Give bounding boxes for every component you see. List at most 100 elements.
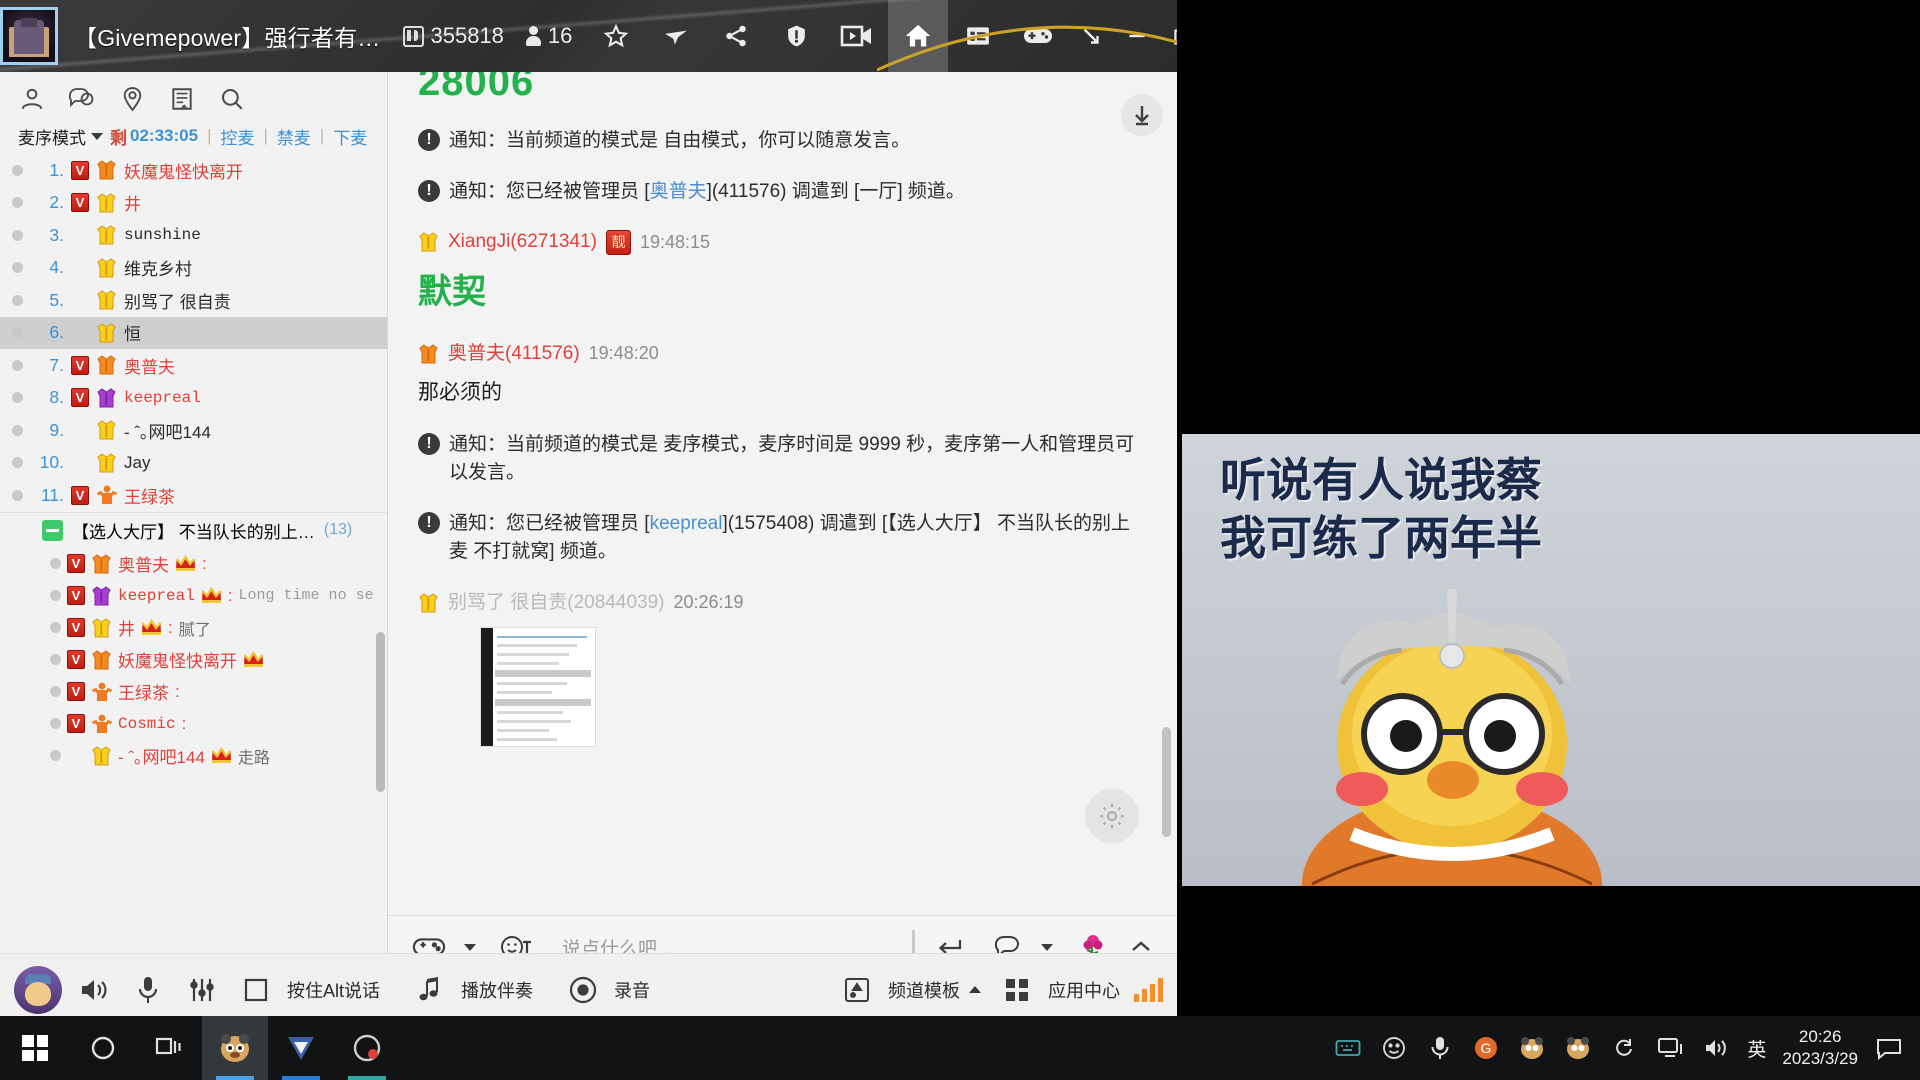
- mic-queue-row[interactable]: 7. V 奥普夫: [0, 349, 387, 382]
- channel-member-name[interactable]: - ˆ｡网吧144: [118, 743, 205, 768]
- restore-icon[interactable]: [1160, 0, 1177, 72]
- channel-member-name[interactable]: keepreal: [118, 587, 195, 605]
- record-button[interactable]: 录音: [561, 968, 650, 1012]
- message-author[interactable]: 奥普夫(411576): [448, 340, 580, 369]
- mic-queue-name[interactable]: 王绿茶: [124, 483, 175, 508]
- notes-icon[interactable]: [164, 82, 200, 116]
- chat-scrollbar[interactable]: [1162, 727, 1171, 837]
- mic-queue-name[interactable]: 维克乡村: [124, 255, 192, 280]
- star-icon[interactable]: [586, 0, 646, 72]
- chevron-down-icon[interactable]: [91, 132, 103, 140]
- microphone-icon[interactable]: [1425, 1033, 1455, 1063]
- chevron-down-icon[interactable]: [1041, 943, 1053, 951]
- mic-mode-label[interactable]: 麦序模式: [18, 124, 86, 149]
- mic-queue-row[interactable]: 8. Vkeepreal: [0, 382, 387, 415]
- search-icon[interactable]: [214, 82, 250, 116]
- mic-queue-row[interactable]: 9. - ˆ｡网吧144: [0, 414, 387, 447]
- alert-shield-icon[interactable]: [766, 0, 826, 72]
- speaker-icon[interactable]: [72, 968, 116, 1012]
- mic-queue-name[interactable]: 井: [124, 190, 141, 215]
- gear-icon[interactable]: [1085, 789, 1139, 843]
- keyboard-icon[interactable]: [1333, 1033, 1363, 1063]
- channel-member-name[interactable]: 奥普夫: [118, 551, 169, 576]
- minimize-to-tray-icon[interactable]: [1068, 0, 1114, 72]
- mic-queue-name[interactable]: keepreal: [124, 389, 201, 407]
- chat-bubble-icon[interactable]: [64, 82, 100, 116]
- channel-member-row[interactable]: V 奥普夫:: [0, 548, 387, 580]
- g-icon[interactable]: G: [1471, 1033, 1501, 1063]
- taskbar-app-yf[interactable]: [268, 1016, 334, 1080]
- gamepad-icon[interactable]: [1008, 0, 1068, 72]
- channel-member-row[interactable]: V Cosmic:: [0, 708, 387, 740]
- sidebar-scrollbar[interactable]: [376, 632, 385, 792]
- control-mic-link[interactable]: 控麦: [220, 124, 254, 149]
- notification-icon[interactable]: [1874, 1033, 1904, 1063]
- monitor-icon[interactable]: [1655, 1033, 1685, 1063]
- windows-start-icon[interactable]: [0, 1016, 70, 1080]
- task-view-icon[interactable]: [136, 1016, 202, 1080]
- leave-mic-link[interactable]: 下麦: [333, 124, 367, 149]
- list-panel-icon[interactable]: [948, 0, 1008, 72]
- channel-member-row[interactable]: V 井: 腻了: [0, 612, 387, 644]
- message-author[interactable]: XiangJi(6271341): [448, 228, 597, 257]
- collapse-minus-icon[interactable]: [42, 519, 63, 541]
- user-link[interactable]: 奥普夫: [650, 181, 707, 202]
- mic-queue-name[interactable]: sunshine: [124, 226, 201, 244]
- push-to-talk-button[interactable]: 按住Alt说话: [234, 968, 380, 1012]
- channel-header[interactable]: 【选人大厅】 不当队长的别上… (13): [0, 511, 387, 548]
- channel-member-row[interactable]: Vkeepreal: Long time no se: [0, 580, 387, 612]
- app-center-button[interactable]: 应用中心: [995, 968, 1120, 1012]
- mic-queue-name[interactable]: 妖魔鬼怪快离开: [124, 158, 243, 183]
- panda-icon-1[interactable]: [1517, 1033, 1547, 1063]
- channel-template-button[interactable]: 频道模板: [835, 968, 981, 1012]
- mic-queue-row[interactable]: 2. V 井: [0, 187, 387, 220]
- mic-queue-row[interactable]: 6. 恒: [0, 316, 387, 349]
- mute-mic-link[interactable]: 禁麦: [277, 124, 311, 149]
- user-link[interactable]: keepreal: [650, 513, 723, 534]
- panda-icon-2[interactable]: [1563, 1033, 1593, 1063]
- channel-member-name[interactable]: Cosmic: [118, 715, 176, 733]
- taskbar-app-yy[interactable]: [202, 1016, 268, 1080]
- chevron-up-icon[interactable]: [969, 986, 981, 993]
- channel-member-row[interactable]: V 妖魔鬼怪快离开: [0, 644, 387, 676]
- share-icon[interactable]: [706, 0, 766, 72]
- volume-icon[interactable]: [1701, 1033, 1731, 1063]
- channel-id-chip[interactable]: 355818: [402, 23, 504, 49]
- smiley-icon[interactable]: [1379, 1033, 1409, 1063]
- ime-indicator[interactable]: 英: [1747, 1035, 1766, 1062]
- play-accompaniment-button[interactable]: 播放伴奏: [408, 968, 533, 1012]
- minimize-icon[interactable]: [1114, 0, 1160, 72]
- home-icon[interactable]: [888, 0, 949, 72]
- channel-member-name[interactable]: 妖魔鬼怪快离开: [118, 647, 237, 672]
- mic-queue-name[interactable]: - ˆ｡网吧144: [124, 418, 211, 443]
- member-count-chip[interactable]: 16: [525, 23, 572, 49]
- taskbar-clock[interactable]: 20:26 2023/3/29: [1782, 1026, 1858, 1070]
- chevron-down-icon[interactable]: [464, 943, 476, 951]
- scroll-to-bottom-button[interactable]: [1121, 94, 1163, 136]
- channel-member-row[interactable]: - ˆ｡网吧144 走路: [0, 740, 387, 772]
- mic-queue-row[interactable]: 5. 别骂了 很自责: [0, 284, 387, 317]
- mic-queue-name[interactable]: 别骂了 很自责: [124, 288, 231, 313]
- mic-queue-row[interactable]: 10. Jay: [0, 447, 387, 480]
- signal-bars-icon[interactable]: [1134, 977, 1163, 1002]
- mic-queue-row[interactable]: 11. V 王绿茶: [0, 479, 387, 512]
- message-author[interactable]: 别骂了 很自责(20844039): [448, 589, 664, 618]
- video-camera-icon[interactable]: [826, 0, 888, 72]
- mic-queue-row[interactable]: 3. sunshine: [0, 219, 387, 252]
- location-pin-icon[interactable]: [114, 82, 150, 116]
- mic-queue-row[interactable]: 1. V 妖魔鬼怪快离开: [0, 154, 387, 187]
- channel-member-name[interactable]: 井: [118, 615, 135, 640]
- equalizer-icon[interactable]: [180, 968, 224, 1012]
- mic-queue-name[interactable]: Jay: [124, 453, 150, 473]
- avatar-icon[interactable]: [14, 965, 62, 1014]
- taskbar-app-browser[interactable]: [334, 1016, 400, 1080]
- message-image-attachment[interactable]: [480, 627, 596, 747]
- contacts-icon[interactable]: [14, 82, 50, 116]
- mic-queue-row[interactable]: 4. 维克乡村: [0, 252, 387, 285]
- microphone-icon[interactable]: [126, 968, 170, 1012]
- cortana-circle-icon[interactable]: [70, 1016, 136, 1080]
- airplane-icon[interactable]: [646, 0, 706, 72]
- mic-queue-name[interactable]: 奥普夫: [124, 353, 175, 378]
- channel-member-row[interactable]: V 王绿茶:: [0, 676, 387, 708]
- mic-queue-name[interactable]: 恒: [124, 320, 141, 345]
